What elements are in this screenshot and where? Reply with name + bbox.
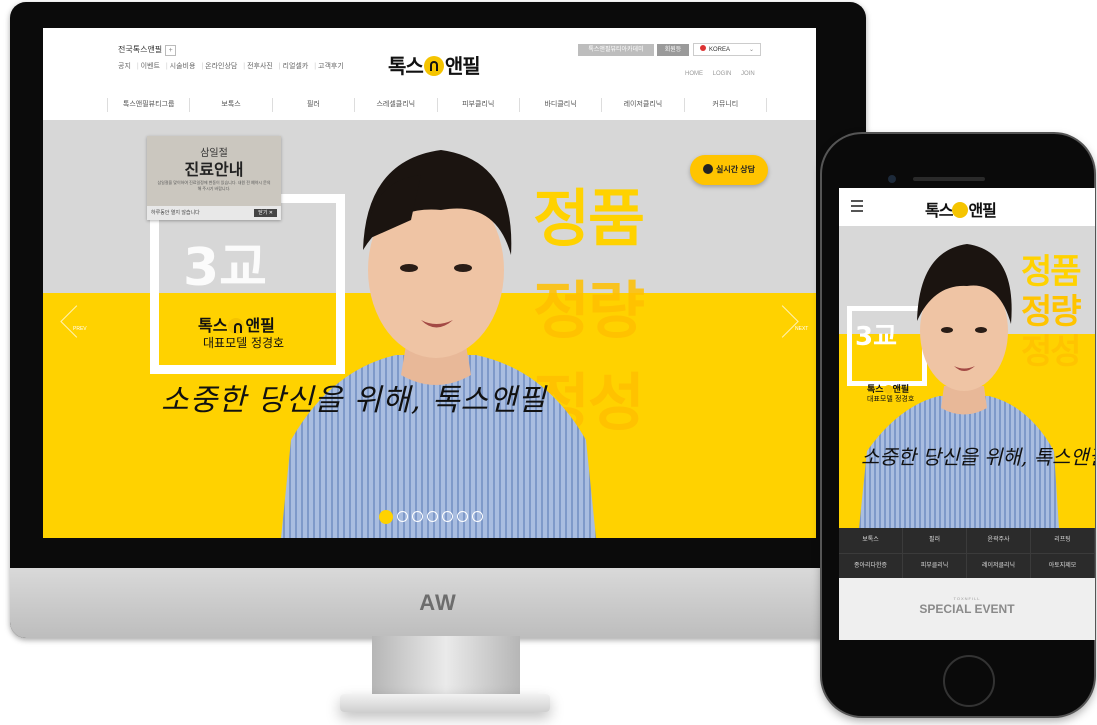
site-logo[interactable]: 톡스 앤필 [388,50,481,79]
hero-badge-3: 3교 [183,238,268,298]
franchise-link[interactable]: 전국톡스앤필 + [118,44,177,56]
mobile-nav-contour[interactable]: 윤곽주사 [967,528,1031,554]
nav-item-community[interactable]: 커뮤니티 [683,98,767,112]
popup-body: 삼일절을 맞이하여 진료일정에 변동이 있습니다. 내원 전 예약시 문의해 주… [157,180,271,191]
slider-dot-7[interactable] [472,511,483,522]
util-home[interactable]: HOME [685,71,703,77]
util-join[interactable]: JOIN [741,71,755,77]
hero-model-logo: 톡스 앤필 [198,312,275,336]
popup-hide-today-checkbox[interactable]: 하루동안 열지 않습니다 [151,210,200,216]
mobile-model-logo-circle-icon [883,385,893,394]
notice-popup: 삼일절 진료안내 삼일절을 맞이하여 진료일정에 변동이 있습니다. 내원 전 … [147,136,281,220]
event-title: SPECIAL EVENT [919,602,1015,616]
mobile-logo-circle-icon [952,202,969,218]
nav-item-filler[interactable]: 필러 [271,98,354,112]
mobile-header: 톡스 앤필 [839,188,1095,226]
top-link-review[interactable]: 고객후기 [314,63,344,70]
slider-dot-3[interactable] [412,511,423,522]
phone-screen: 톡스 앤필 정품 정량 정성 3교 톡스 앤필 대표모델 정경호 소중한 당신을… [839,188,1095,640]
plus-icon[interactable]: + [165,45,177,56]
site-header: 전국톡스앤필+ 공지 이벤트 시술비용 온라인상담 전후사진 리얼셀카 고객후기… [43,28,816,120]
mobile-nav-skin[interactable]: 피부클리닉 [903,554,967,580]
model-photo [281,150,596,538]
nav-item-skin[interactable]: 피부클리닉 [436,98,519,112]
mobile-nav-lifting[interactable]: 리프팅 [1031,528,1095,554]
mobile-script-slogan: 소중한 당신을 위해, 톡스앤필 [861,445,1095,469]
chat-icon [702,164,713,174]
prev-label: PREV [73,326,87,332]
mobile-nav-filler[interactable]: 필러 [903,528,967,554]
slider-dot-4[interactable] [427,511,438,522]
slider-dot-1[interactable] [379,510,393,524]
nav-item-group[interactable]: 톡스앤필뷰티그룹 [107,98,189,112]
top-link-selfie[interactable]: 리얼셀카 [279,63,309,70]
korea-flag-icon [700,45,706,51]
mobile-nav-calf[interactable]: 종아리다한증 [839,554,903,580]
nav-item-botox[interactable]: 보톡스 [189,98,271,112]
monitor-screen: 전국톡스앤필+ 공지 이벤트 시술비용 온라인상담 전후사진 리얼셀카 고객후기… [43,28,816,538]
logo-text-left: 톡스 [388,54,424,78]
popup-title: 진료안내 [184,160,244,179]
mobile-hero: 정품 정량 정성 3교 톡스 앤필 대표모델 정경호 소중한 당신을 위해, 톡스… [839,226,1095,528]
top-link-event[interactable]: 이벤트 [137,63,160,70]
monitor-brand: AW [419,590,457,615]
nav-item-thread[interactable]: 스레셀클리닉 [354,98,436,112]
top-link-price[interactable]: 시술비용 [166,63,196,70]
main-nav: 톡스앤필뷰티그룹 보톡스 필러 스레셀클리닉 피부클리닉 바디클리닉 레이저클리… [107,98,767,112]
live-consult-button[interactable]: 실시간 상담 [690,155,768,185]
popup-close-button[interactable]: 닫기 ✕ [254,209,277,217]
hamburger-menu-icon[interactable] [851,200,863,212]
franchise-label: 전국톡스앤필 [118,45,163,54]
mobile-nav-grid: 보톡스 필러 윤곽주사 리프팅 종아리다한증 피부클리닉 레이저클리닉 아토지제… [839,528,1095,580]
hero-logo-right: 앤필 [245,316,275,335]
monitor-stand-neck [372,636,520,696]
util-login[interactable]: LOGIN [713,71,732,77]
logo-circle-icon [423,56,444,76]
mobile-logo-left: 톡스 [925,201,953,220]
phone-camera-icon [888,175,896,183]
next-label: NEXT [795,326,809,332]
chevron-down-icon: ⌄ [748,47,754,53]
mobile-model-name: 대표모델 정경호 [867,395,915,403]
hero-logo-circle-icon [228,318,245,334]
slider-dots [379,510,483,524]
slider-dot-6[interactable] [457,511,468,522]
phone-home-button[interactable] [943,655,995,707]
event-small-label: TOXNFILL [953,596,981,601]
mobile-special-event[interactable]: TOXNFILL SPECIAL EVENT [839,578,1095,640]
recruit-button[interactable]: 회원등 [657,44,689,56]
util-links: HOME LOGIN JOIN [677,71,755,77]
live-consult-label: 실시간 상담 [715,165,756,174]
mobile-logo[interactable]: 톡스 앤필 [925,197,997,221]
language-select[interactable]: KOREA ⌄ [693,43,761,56]
hero-banner: 정품 정량 정성 3교 톡스 앤필 대표모델 정경호 소중한 당신을 위해, 톡스… [43,120,816,538]
mobile-logo-right: 앤필 [968,201,996,220]
language-label: KOREA [709,47,731,53]
logo-text-right: 앤필 [444,54,481,78]
top-link-notice[interactable]: 공지 [118,63,131,70]
popup-footer: 하루동안 열지 않습니다 닫기 ✕ [147,206,281,220]
slider-dot-5[interactable] [442,511,453,522]
mobile-nav-hair-removal[interactable]: 아토지제모 [1031,554,1095,580]
hero-model-name: 대표모델 정경호 [203,336,285,350]
academy-button[interactable]: 톡스앤필뷰티아카데미 [578,44,654,56]
top-link-consult[interactable]: 온라인상담 [201,63,237,70]
monitor-stand-base [340,694,550,712]
nav-item-laser[interactable]: 레이저클리닉 [601,98,683,112]
nav-item-body[interactable]: 바디클리닉 [518,98,601,112]
top-links: 공지 이벤트 시술비용 온라인상담 전후사진 리얼셀카 고객후기 [118,61,348,71]
top-link-beforeafter[interactable]: 전후사진 [243,63,273,70]
mobile-model-photo [859,244,1059,528]
slider-dot-2[interactable] [397,511,408,522]
hero-logo-left: 톡스 [198,316,228,335]
phone-speaker [913,177,985,181]
mobile-nav-laser[interactable]: 레이저클리닉 [967,554,1031,580]
hero-script-slogan: 소중한 당신을 위해, 톡스앤필 [161,383,547,418]
mobile-nav-botox[interactable]: 보톡스 [839,528,903,554]
